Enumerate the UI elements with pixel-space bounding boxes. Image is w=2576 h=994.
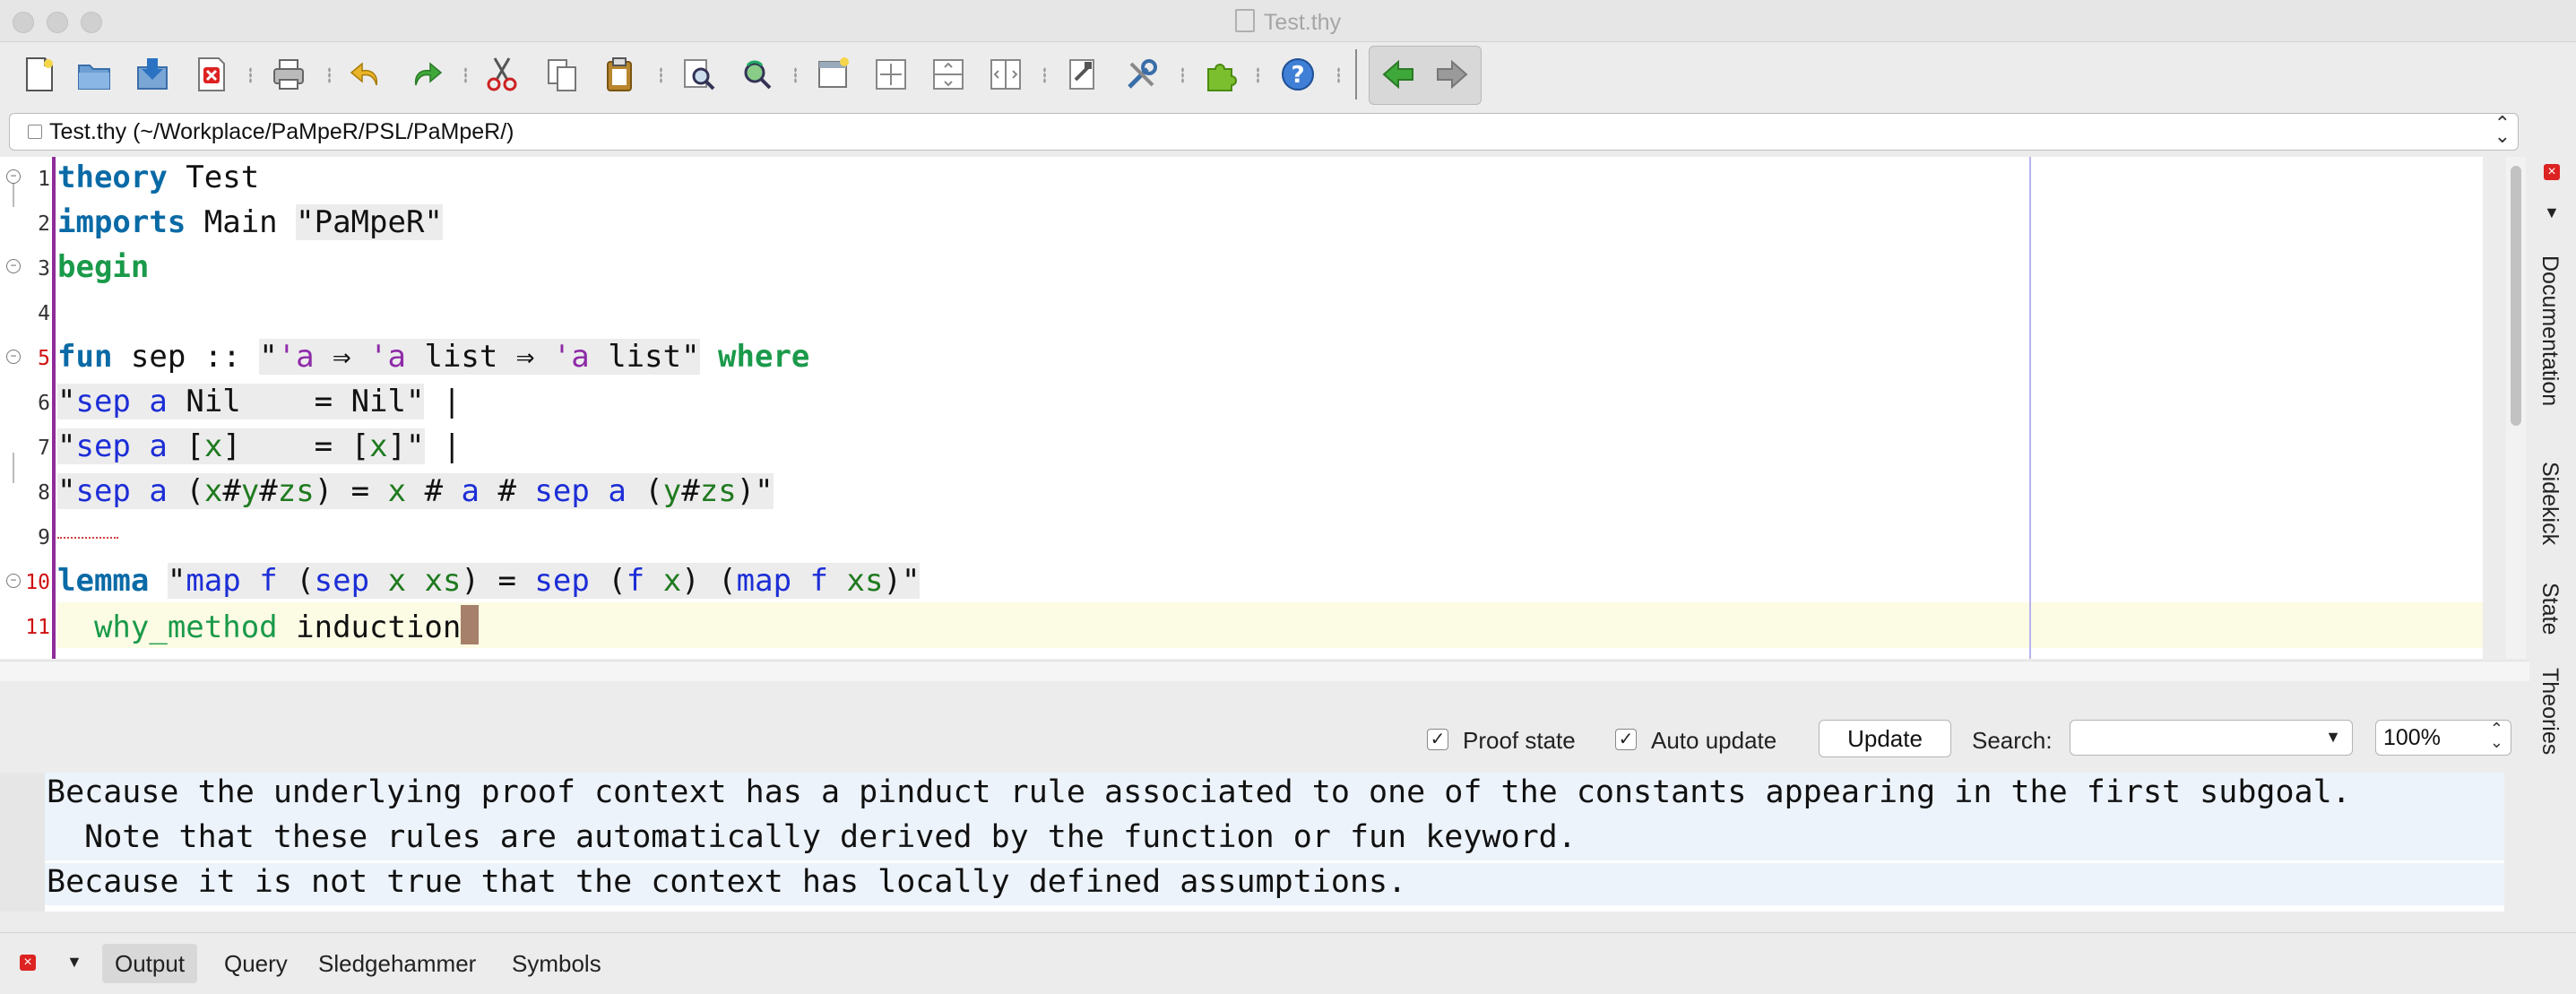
text-editor[interactable]: − − − − 1 2 3 4 5 6 7 8 9 10 11 theory T… <box>0 157 2483 659</box>
wrap-margin-guide <box>2029 157 2031 659</box>
line-number: 8 <box>38 481 50 505</box>
auto-update-label: Auto update <box>1651 727 1777 754</box>
open-folder-icon[interactable] <box>73 53 117 96</box>
undo-icon[interactable] <box>344 53 387 96</box>
line-gutter: − − − − 1 2 3 4 5 6 7 8 9 10 11 <box>0 157 54 659</box>
output-panel[interactable]: Because the underlying proof context has… <box>0 773 2504 912</box>
output-gutter <box>0 773 45 912</box>
code-line: begin <box>57 249 150 285</box>
side-tab-theories[interactable]: Theories <box>2537 668 2563 755</box>
new-view-icon[interactable] <box>812 53 855 96</box>
line-number: 7 <box>38 436 50 460</box>
proof-state-label: Proof state <box>1463 727 1576 754</box>
forward-icon[interactable] <box>1431 53 1474 96</box>
code-line: "sep a [x] = [x]" | <box>57 428 462 464</box>
line-number: 6 <box>38 392 50 415</box>
split-vertical-icon[interactable] <box>927 53 970 96</box>
dock-menu-triangle-icon[interactable]: ▼ <box>2544 203 2560 222</box>
scroll-thumb[interactable] <box>2511 166 2521 426</box>
code-line: lemma "map f (sep x xs) = sep (f x) (map… <box>57 563 921 599</box>
line-number: 9 <box>38 526 50 549</box>
split-horizontal-icon[interactable] <box>869 53 912 96</box>
new-file-icon[interactable] <box>18 53 61 96</box>
window-title: Test.thy <box>0 9 2576 36</box>
fold-icon[interactable]: − <box>6 259 21 273</box>
search-label: Search: <box>1972 727 2053 754</box>
close-file-icon[interactable] <box>190 53 233 96</box>
buffer-options-icon[interactable] <box>1061 53 1104 96</box>
document-icon <box>1234 9 1255 32</box>
side-tab-documentation[interactable]: Documentation <box>2537 255 2563 406</box>
output-text: Note that these rules are automatically … <box>47 819 1577 855</box>
cut-icon[interactable] <box>480 53 523 96</box>
close-dock-icon[interactable]: × <box>20 955 36 971</box>
proof-state-checkbox[interactable]: ✓ <box>1427 729 1448 750</box>
global-options-icon[interactable] <box>1120 53 1163 96</box>
code-line: "sep a (x#y#zs) = x # a # sep a (y#zs)" <box>57 473 774 509</box>
tab-query[interactable]: Query <box>224 944 288 983</box>
line-number: 4 <box>38 302 50 325</box>
redo-icon[interactable] <box>405 53 448 96</box>
right-dock: × ▼ Documentation Sidekick State Theorie… <box>2529 157 2576 784</box>
side-tab-sidekick[interactable]: Sidekick <box>2537 462 2563 545</box>
copy-icon[interactable] <box>541 53 584 96</box>
line-number: 1 <box>38 168 50 191</box>
code-line: theory Test <box>57 160 260 195</box>
tab-symbols[interactable]: Symbols <box>512 944 601 983</box>
code-line: "sep a Nil = Nil" | <box>57 384 462 419</box>
buffer-switcher[interactable]: Test.thy (~/Workplace/PaMpeR/PSL/PaMpeR/… <box>9 113 2519 151</box>
line-number: 10 <box>25 571 50 594</box>
line-number: 11 <box>25 616 50 639</box>
fold-icon[interactable]: − <box>6 574 21 588</box>
output-text: Because the underlying proof context has… <box>47 774 2351 810</box>
editor-horizontal-scrollbar[interactable] <box>0 661 2529 681</box>
toolbar: ? <box>0 42 2576 108</box>
line-number: 3 <box>38 257 50 281</box>
find-replace-icon[interactable] <box>735 53 778 96</box>
line-number: 5 <box>38 347 50 370</box>
paste-icon[interactable] <box>599 53 642 96</box>
edit-marker-bar <box>52 157 56 659</box>
tab-output[interactable]: Output <box>102 944 198 983</box>
dropdown-triangle-icon: ▼ <box>2325 728 2341 746</box>
dock-menu-triangle-icon[interactable]: ▼ <box>66 953 82 972</box>
buffer-path: Test.thy (~/Workplace/PaMpeR/PSL/PaMpeR/… <box>49 119 514 144</box>
code-line: why_method induction <box>57 605 480 650</box>
title-bar: Test.thy <box>0 0 2576 42</box>
output-options-bar: ✓ Proof state ✓ Auto update Update Searc… <box>0 713 2529 766</box>
stepper-arrows-icon[interactable]: ⌃ ⌄ <box>2490 721 2503 750</box>
search-combobox[interactable]: ▼ <box>2070 720 2353 756</box>
print-icon[interactable] <box>267 53 310 96</box>
tab-sledgehammer[interactable]: Sledgehammer <box>318 944 476 983</box>
code-line: imports Main "PaMpeR" <box>57 204 443 240</box>
text-cursor <box>461 605 480 644</box>
zoom-value: 100% <box>2383 725 2441 750</box>
side-tab-state[interactable]: State <box>2537 583 2563 635</box>
zoom-spinner[interactable]: 100% ⌃ ⌄ <box>2375 720 2511 756</box>
close-dock-icon[interactable]: × <box>2544 164 2560 180</box>
auto-update-checkbox[interactable]: ✓ <box>1615 729 1637 750</box>
editor-vertical-scrollbar[interactable] <box>2506 157 2526 659</box>
output-text: Because it is not true that the context … <box>47 864 1407 900</box>
save-icon[interactable] <box>131 53 174 96</box>
help-icon[interactable]: ? <box>1276 53 1319 96</box>
fold-icon[interactable]: − <box>6 350 21 364</box>
window-title-text: Test.thy <box>1263 10 1342 35</box>
find-icon[interactable] <box>678 53 721 96</box>
line-number: 2 <box>38 212 50 236</box>
buffer-dirty-checkbox <box>28 125 42 139</box>
unsplit-icon[interactable] <box>984 53 1027 96</box>
error-squiggle <box>57 533 118 539</box>
chevron-updown-icon: ⌃ ⌄ <box>2494 112 2511 147</box>
back-icon[interactable] <box>1377 53 1420 96</box>
code-line: fun sep :: "'a ⇒ 'a list ⇒ 'a list" wher… <box>57 339 810 375</box>
bottom-dock: × ▼ Output Query Sledgehammer Symbols <box>0 932 2576 994</box>
plugin-manager-icon[interactable] <box>1199 53 1242 96</box>
svg-text:?: ? <box>1291 62 1304 89</box>
update-button[interactable]: Update <box>1819 720 1951 757</box>
fold-icon[interactable]: − <box>6 169 21 184</box>
